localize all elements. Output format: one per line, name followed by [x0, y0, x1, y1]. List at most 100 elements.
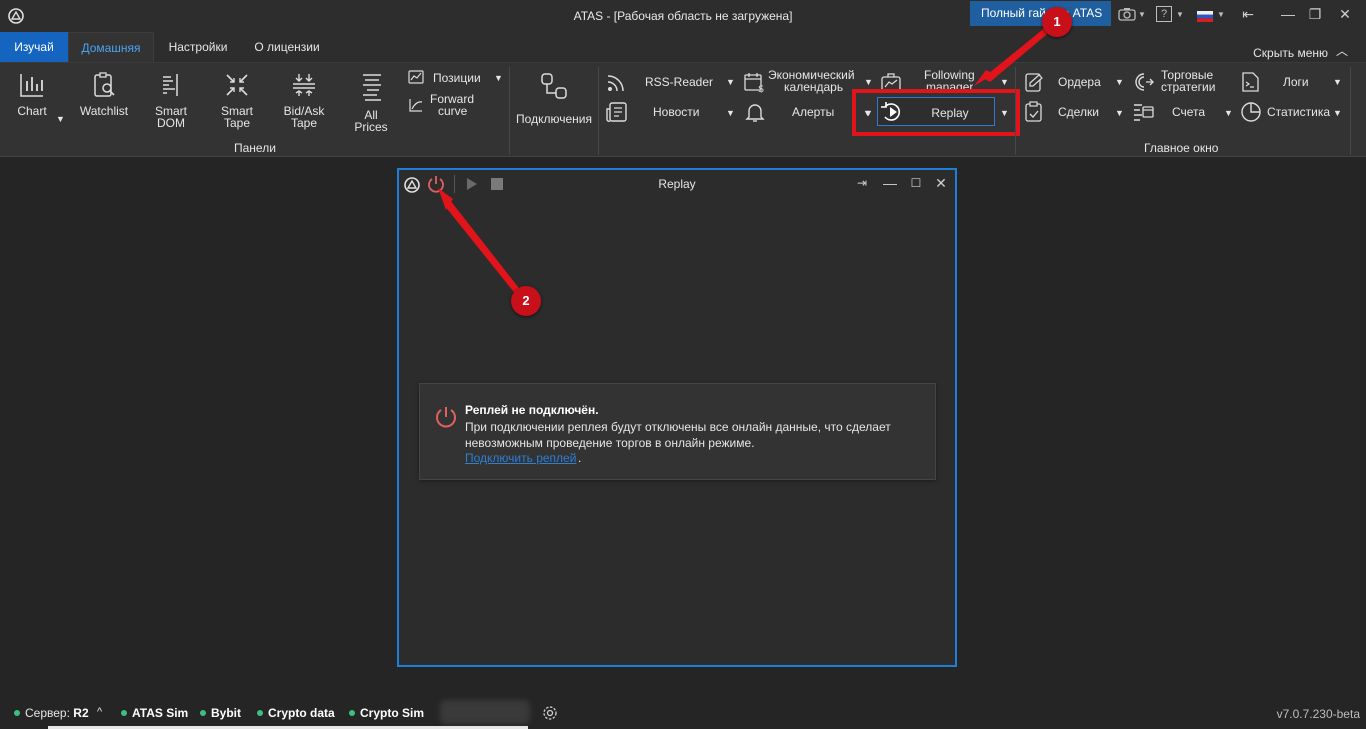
forward-curve-button[interactable]: Forward curve: [408, 93, 508, 121]
deals-dropdown-icon[interactable]: ▼: [1115, 108, 1124, 118]
gear-icon[interactable]: [542, 705, 558, 721]
connection-atas-sim[interactable]: ATAS Sim: [121, 706, 188, 720]
tab-learn[interactable]: Изучай: [0, 32, 68, 62]
camera-dropdown-icon[interactable]: ▼: [1138, 6, 1146, 24]
full-guide-button[interactable]: Полный гайд по ATAS: [970, 1, 1111, 26]
following-manager-dropdown-icon[interactable]: ▼: [1000, 77, 1009, 87]
following-manager-label-1: Following: [924, 68, 975, 82]
all-prices-icon: [363, 74, 381, 101]
minimize-icon[interactable]: —: [1276, 4, 1300, 24]
connection-crypto-data-label: Crypto data: [268, 706, 335, 720]
economic-calendar-label-2: календарь: [784, 80, 844, 94]
status-dot: [14, 710, 20, 716]
close-icon[interactable]: ✕: [929, 173, 953, 193]
svg-text:$: $: [758, 84, 764, 93]
bid-ask-tape-button[interactable]: Bid/Ask Tape: [276, 71, 332, 129]
replay-window: Replay ⇥ — ☐ ✕ Реплей не подключён. При …: [397, 168, 957, 667]
connection-bybit[interactable]: Bybit: [200, 706, 241, 720]
ribbon-separator: [1015, 67, 1016, 155]
help-dropdown-icon[interactable]: ▼: [1176, 6, 1184, 24]
rss-icon: [607, 75, 624, 92]
tab-home[interactable]: Домашняя: [68, 32, 154, 62]
all-prices-label-2: Prices: [354, 120, 388, 134]
news-button[interactable]: Новости: [606, 101, 736, 125]
maximize-icon[interactable]: ☐: [904, 173, 928, 193]
accounts-dropdown-icon[interactable]: ▼: [1224, 108, 1233, 118]
pin-window-icon[interactable]: ⇤: [1236, 4, 1260, 24]
russian-flag-icon[interactable]: [1197, 9, 1213, 27]
accounts-icon: [1134, 104, 1154, 121]
annotation-marker-1: 1: [1042, 7, 1072, 37]
tab-settings[interactable]: Настройки: [160, 32, 236, 62]
camera-icon[interactable]: [1118, 6, 1136, 24]
logs-icon: [1242, 72, 1259, 92]
connect-replay-link[interactable]: Подключить реплей: [465, 451, 576, 465]
rss-dropdown-icon[interactable]: ▼: [726, 77, 735, 87]
replay-left-dropdown-icon[interactable]: ▼: [863, 108, 872, 118]
replay-not-connected-notice: Реплей не подключён. При подключении реп…: [419, 383, 936, 480]
positions-icon: [408, 70, 424, 84]
help-icon[interactable]: ?: [1156, 6, 1172, 22]
connection-crypto-data[interactable]: Crypto data: [257, 706, 335, 720]
orders-dropdown-icon[interactable]: ▼: [1115, 77, 1124, 87]
smart-dom-button[interactable]: Smart DOM: [146, 71, 196, 129]
watchlist-button[interactable]: Watchlist: [76, 71, 132, 117]
bell-icon: [745, 104, 765, 122]
positions-label: Позиции: [433, 71, 481, 85]
smart-dom-icon: [163, 74, 178, 96]
positions-dropdown-icon[interactable]: ▼: [494, 73, 503, 83]
status-bar: Сервер: R2 ^ ATAS Sim Bybit Crypto data …: [0, 697, 1366, 729]
trading-strategies-label-2: стратегии: [1161, 80, 1216, 94]
statistics-button[interactable]: Статистика: [1240, 101, 1340, 125]
positions-button[interactable]: Позиции: [408, 69, 508, 89]
rss-reader-button[interactable]: RSS-Reader: [606, 73, 736, 93]
hide-menu-button[interactable]: Скрыть меню: [1253, 46, 1328, 60]
forward-curve-icon: [409, 99, 423, 112]
replay-label: Replay: [931, 106, 969, 120]
chart-icon: [20, 74, 43, 97]
pin-icon[interactable]: ⇥: [850, 173, 874, 193]
smart-tape-label-2: Tape: [223, 116, 251, 130]
maximize-icon[interactable]: ❐: [1303, 4, 1327, 24]
deals-button[interactable]: Сделки: [1024, 101, 1124, 125]
notice-title: Реплей не подключён.: [465, 403, 599, 417]
alerts-button[interactable]: Алерты: [744, 101, 868, 125]
close-icon[interactable]: ✕: [1333, 4, 1357, 24]
server-status[interactable]: Сервер: R2: [14, 706, 89, 720]
blurred-account-area: [440, 700, 530, 724]
accounts-button[interactable]: Счета: [1132, 101, 1232, 125]
logs-button[interactable]: Логи: [1240, 71, 1340, 95]
version-label: v7.0.7.230-beta: [1276, 707, 1360, 721]
minimize-icon[interactable]: —: [878, 173, 902, 193]
chevron-up-icon[interactable]: ︿: [1336, 42, 1348, 59]
strategies-icon: [1135, 73, 1154, 91]
power-warning-icon: [436, 407, 456, 428]
economic-calendar-button[interactable]: $ Экономический календарь: [744, 69, 868, 97]
logs-dropdown-icon[interactable]: ▼: [1333, 77, 1342, 87]
replay-button[interactable]: Replay: [877, 97, 995, 126]
smart-tape-button[interactable]: Smart Tape: [212, 71, 262, 129]
replay-dropdown-icon[interactable]: ▼: [1000, 108, 1009, 118]
orders-icon: [1025, 73, 1043, 92]
status-dot: [349, 710, 355, 716]
rss-reader-label: RSS-Reader: [645, 75, 714, 89]
logs-label: Логи: [1283, 75, 1309, 89]
chart-button[interactable]: Chart: [10, 71, 54, 117]
chart-dropdown-icon[interactable]: ▼: [56, 114, 65, 124]
statistics-dropdown-icon[interactable]: ▼: [1333, 108, 1342, 118]
chevron-up-icon[interactable]: ^: [97, 706, 102, 718]
trading-strategies-button[interactable]: Торговые стратегии: [1132, 69, 1232, 97]
language-dropdown-icon[interactable]: ▼: [1217, 6, 1225, 24]
tab-license[interactable]: О лицензии: [244, 32, 330, 62]
ribbon-separator: [598, 67, 599, 155]
orders-button[interactable]: Ордера: [1024, 71, 1124, 95]
economic-calendar-dropdown-icon[interactable]: ▼: [864, 77, 873, 87]
connections-button[interactable]: Подключения: [513, 71, 595, 125]
status-dot: [200, 710, 206, 716]
panels-group-label: Панели: [234, 141, 276, 155]
all-prices-button[interactable]: All Prices: [348, 71, 394, 133]
news-dropdown-icon[interactable]: ▼: [726, 108, 735, 118]
connection-crypto-sim[interactable]: Crypto Sim: [349, 706, 424, 720]
connection-atas-sim-label: ATAS Sim: [132, 706, 189, 720]
news-label: Новости: [653, 105, 700, 119]
